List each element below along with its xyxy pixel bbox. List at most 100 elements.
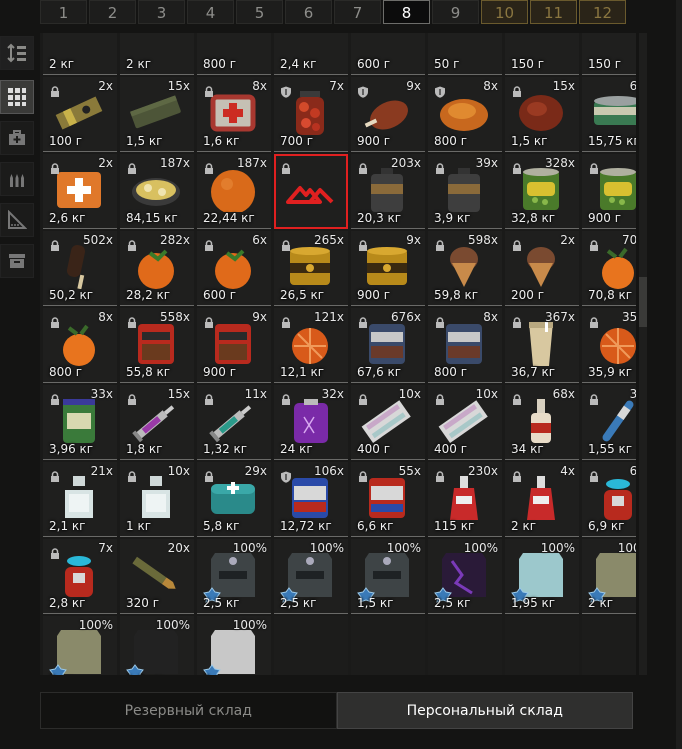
filter-all-button[interactable] [0,80,34,114]
inventory-item[interactable]: 282x 28,2 кг [120,231,194,306]
inventory-item[interactable]: 502x 50,2 кг [43,231,117,306]
inventory-item[interactable]: 20x 320 г [120,539,194,614]
inventory-item[interactable]: 8x 800 г [43,308,117,383]
inventory-item[interactable]: 598x 59,8 кг [428,231,502,306]
inventory-item[interactable]: 15x 1,5 кг [120,77,194,152]
page-tab-9[interactable]: 9 [432,0,479,24]
can-dark-item-image [515,33,567,58]
inventory-item[interactable]: 2 кг [43,33,117,75]
inventory-item[interactable]: 121x 12,1 кг [274,308,348,383]
inventory-item[interactable]: 7x 700 г [274,77,348,152]
inventory-item[interactable]: 106x 12,72 кг [274,462,348,537]
inventory-item[interactable]: 7x 2,8 кг [43,539,117,614]
inventory-item[interactable]: 10x 400 г [428,385,502,460]
inventory-item[interactable]: 11x 1,32 кг [197,385,271,460]
inventory-item[interactable]: 100% 2 кг [43,616,117,675]
inventory-item[interactable] [274,154,348,229]
inventory-item[interactable]: 359x 35,9 кг [582,308,636,383]
inventory-item[interactable]: 100% 1,95 кг [505,539,579,614]
empty-slot[interactable] [428,616,502,675]
inventory-item[interactable]: 100% 2,5 кг [274,539,348,614]
page-tab-2[interactable]: 2 [89,0,136,24]
page-tab-6[interactable]: 6 [285,0,332,24]
inventory-item[interactable]: 55x 6,6 кг [351,462,425,537]
empty-slot[interactable] [351,616,425,675]
inventory-item[interactable]: 558x 55,8 кг [120,308,194,383]
inventory-item[interactable]: 10x 1 кг [120,462,194,537]
inventory-item[interactable]: 39x 3,9 кг [428,154,502,229]
inventory-item[interactable]: 2x 200 г [505,231,579,306]
inventory-item[interactable]: 4x 2 кг [505,462,579,537]
inventory-item[interactable]: 50 г [428,33,502,75]
lock-icon [588,468,600,482]
page-tab-8[interactable]: 8 [383,0,430,24]
inventory-item[interactable]: 2,4 кг [274,33,348,75]
inventory-item[interactable]: 187x 22,44 кг [197,154,271,229]
tab-personal-storage[interactable]: Персональный склад [336,692,633,729]
filter-tools-button[interactable] [0,203,34,237]
inventory-item[interactable]: 2x 2,6 кг [43,154,117,229]
inventory-item[interactable]: 328x 32,8 кг [505,154,579,229]
inventory-item[interactable]: 100% 2 кг [582,539,636,614]
item-quantity: 7x [329,79,344,93]
inventory-item[interactable]: 68x 34 кг [505,385,579,460]
inventory-item[interactable]: 29x 5,8 кг [197,462,271,537]
inventory-item[interactable]: 10x 400 г [351,385,425,460]
inventory-item[interactable]: 32x 24 кг [274,385,348,460]
inventory-item[interactable]: 708x 70,8 кг [582,231,636,306]
inventory-item[interactable]: 2 кг [120,33,194,75]
filter-medical-button[interactable] [0,121,34,155]
inventory-item[interactable]: 150 г [505,33,579,75]
inventory-item[interactable]: 63x 15,75 кг [582,77,636,152]
inventory-item[interactable]: 100% 2,5 кг [428,539,502,614]
inventory-item[interactable]: 9x900 г [351,231,425,306]
page-tab-5[interactable]: 5 [236,0,283,24]
page-tab-10[interactable]: 10 [481,0,528,24]
inventory-item[interactable]: 8x 800 г [428,77,502,152]
scrollbar-thumb[interactable] [639,277,647,327]
inventory-item[interactable]: 367x 36,7 кг [505,308,579,383]
inventory-item[interactable]: 100% 3 кг [197,616,271,675]
inventory-item[interactable]: 230x 115 кг [428,462,502,537]
inventory-item[interactable]: 31x 1,55 кг [582,385,636,460]
inventory-item[interactable]: 800 г [197,33,271,75]
inventory-item[interactable]: 187x 84,15 кг [120,154,194,229]
tab-reserve-storage[interactable]: Резервный склад [40,692,337,729]
inventory-item[interactable]: 265x 26,5 кг [274,231,348,306]
bag-blue-item-image [130,33,182,58]
inventory-item[interactable]: 15x 1,5 кг [505,77,579,152]
grid-scrollbar[interactable] [639,33,647,675]
inventory-item[interactable]: 8x 800 г [428,308,502,383]
inventory-item[interactable]: 600 г [351,33,425,75]
item-weight: 50 г [434,57,460,71]
empty-slot[interactable] [582,616,636,675]
inventory-item[interactable]: 69x 6,9 кг [582,462,636,537]
inventory-item[interactable]: 6x 600 г [197,231,271,306]
inventory-item[interactable]: 21x 2,1 кг [43,462,117,537]
page-tab-3[interactable]: 3 [138,0,185,24]
page-tab-11[interactable]: 11 [530,0,577,24]
inventory-item[interactable]: 150 г [582,33,636,75]
inventory-item[interactable]: 2x 100 г [43,77,117,152]
inventory-item[interactable]: 203x 20,3 кг [351,154,425,229]
sort-button[interactable] [0,36,34,70]
empty-slot[interactable] [505,616,579,675]
inventory-item[interactable]: 9x900 г [582,154,636,229]
inventory-item[interactable]: 100% 2,5 кг [197,539,271,614]
page-tab-1[interactable]: 1 [40,0,87,24]
empty-slot[interactable] [274,616,348,675]
filter-misc-button[interactable] [0,244,34,278]
page-tab-12[interactable]: 12 [579,0,626,24]
lock-icon [357,314,369,328]
inventory-item[interactable]: 15x 1,8 кг [120,385,194,460]
inventory-item[interactable]: 9x900 г [351,77,425,152]
inventory-item[interactable]: 100% 1,5 кг [351,539,425,614]
inventory-item[interactable]: 33x 3,96 кг [43,385,117,460]
inventory-item[interactable]: 100% 1,3 кг [120,616,194,675]
inventory-item[interactable]: 9x900 г [197,308,271,383]
page-tab-7[interactable]: 7 [334,0,381,24]
inventory-item[interactable]: 8x 1,6 кг [197,77,271,152]
page-tab-4[interactable]: 4 [187,0,234,24]
inventory-item[interactable]: 676x 67,6 кг [351,308,425,383]
filter-ammo-button[interactable] [0,162,34,196]
